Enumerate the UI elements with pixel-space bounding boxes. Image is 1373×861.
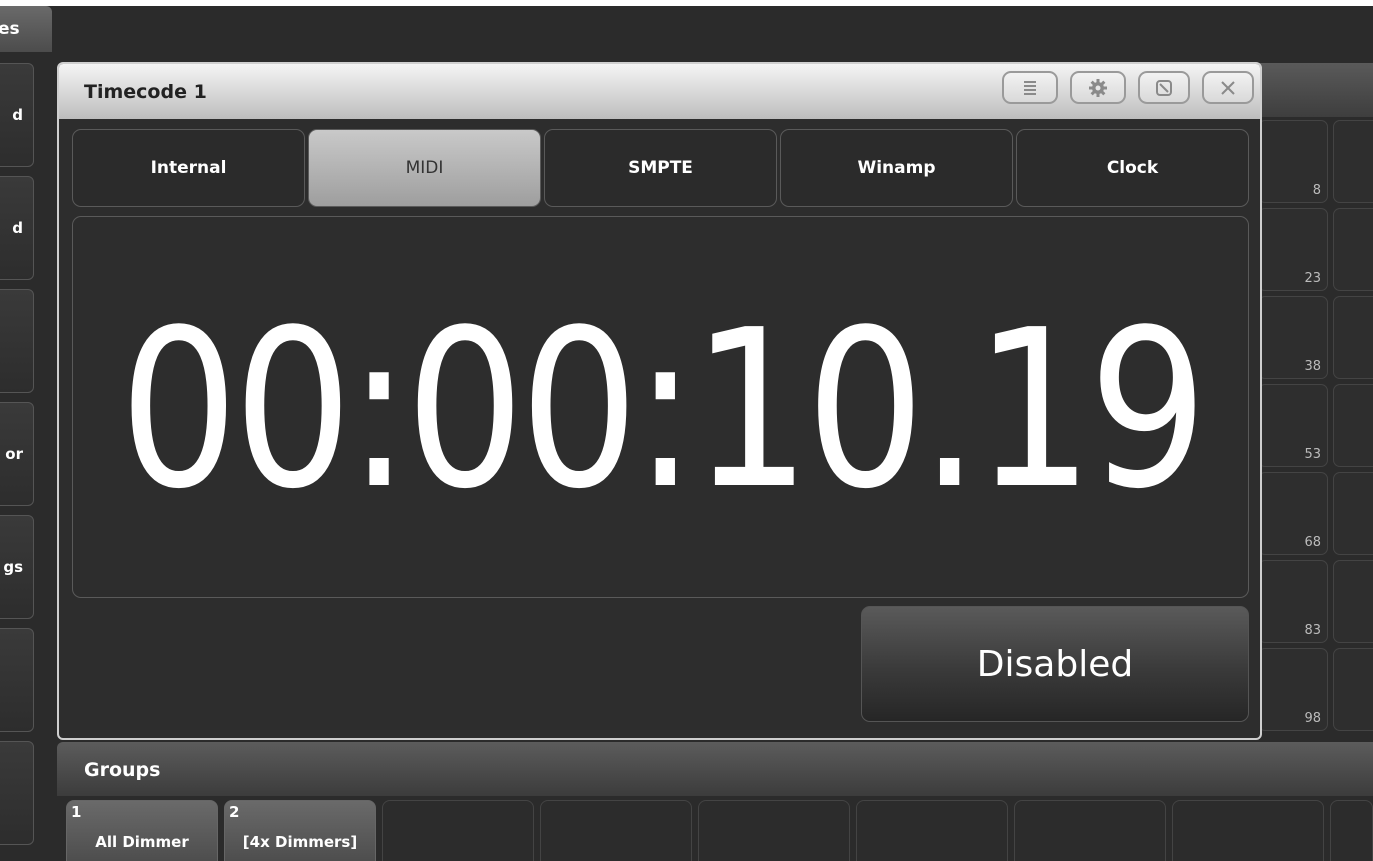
tab-winamp[interactable]: Winamp — [780, 129, 1013, 207]
tab-smpte[interactable]: SMPTE — [544, 129, 777, 207]
grid-cell-number: 8 — [1312, 183, 1321, 198]
grid-cell[interactable] — [1333, 384, 1373, 467]
grid-cell[interactable]: 23 — [1258, 208, 1328, 291]
sidebar-button-4[interactable]: or — [0, 402, 34, 506]
sidebar-button-2[interactable]: d — [0, 176, 34, 280]
resize-button[interactable] — [1138, 71, 1190, 104]
tab-clock[interactable]: Clock — [1016, 129, 1249, 207]
top-strip — [0, 0, 1373, 6]
sidebar-button-5[interactable]: gs — [0, 515, 34, 619]
window-title: Timecode 1 — [84, 80, 207, 103]
window-toolbar — [1002, 71, 1254, 104]
sidebar-button-label: gs — [3, 558, 23, 576]
group-name: All Dimmer — [95, 833, 189, 851]
timecode-value: 00:00:10.19 — [118, 284, 1208, 537]
gear-icon — [1089, 78, 1107, 97]
group-number: 1 — [71, 803, 82, 821]
sidebar-button-label: d — [12, 106, 23, 124]
sidebar-button-7[interactable] — [0, 741, 34, 845]
close-icon — [1221, 80, 1235, 95]
disabled-toggle-button[interactable]: Disabled — [861, 606, 1249, 722]
grid-cell[interactable]: 68 — [1258, 472, 1328, 555]
grid-cell-number: 83 — [1304, 623, 1321, 638]
sidebar-button-1[interactable]: d — [0, 63, 34, 167]
menu-icon — [1024, 80, 1036, 95]
settings-button[interactable] — [1070, 71, 1126, 104]
timecode-display: 00:00:10.19 — [72, 216, 1249, 598]
group-cell[interactable]: 1 All Dimmer — [66, 800, 218, 861]
menu-button[interactable] — [1002, 71, 1058, 104]
grid-cell[interactable]: 53 — [1258, 384, 1328, 467]
sidebar-button-3[interactable] — [0, 289, 34, 393]
grid-cell-number: 53 — [1304, 447, 1321, 462]
group-cell[interactable] — [1330, 800, 1373, 861]
group-cell[interactable] — [540, 800, 692, 861]
sidebar-tab-label: es — [0, 19, 20, 39]
grid-cell[interactable]: 98 — [1258, 648, 1328, 731]
grid-cell-number: 68 — [1304, 535, 1321, 550]
group-cell[interactable]: 2 [4x Dimmers] — [224, 800, 376, 861]
grid-cell[interactable] — [1333, 120, 1373, 203]
resize-icon — [1156, 79, 1172, 96]
group-cell[interactable] — [698, 800, 850, 861]
window-titlebar[interactable]: Timecode 1 — [59, 64, 1260, 119]
group-cell[interactable] — [1172, 800, 1324, 861]
grid-cell[interactable] — [1333, 472, 1373, 555]
sidebar-button-label: d — [12, 219, 23, 237]
groups-title: Groups — [84, 759, 161, 781]
grid-cell[interactable] — [1333, 560, 1373, 643]
grid-cell[interactable] — [1333, 208, 1373, 291]
grid-cell[interactable]: 83 — [1258, 560, 1328, 643]
group-cell[interactable] — [1014, 800, 1166, 861]
timecode-window: Timecode 1 Internal MIDI SMPTE Winamp Cl… — [57, 62, 1262, 740]
sidebar-button-6[interactable] — [0, 628, 34, 732]
grid-cell-number: 38 — [1304, 359, 1321, 374]
group-cell[interactable] — [382, 800, 534, 861]
right-panel-header — [1250, 63, 1373, 117]
source-tabs: Internal MIDI SMPTE Winamp Clock — [72, 129, 1249, 207]
tab-internal[interactable]: Internal — [72, 129, 305, 207]
grid-cell[interactable] — [1333, 296, 1373, 379]
grid-cell[interactable]: 38 — [1258, 296, 1328, 379]
grid-cell[interactable] — [1333, 648, 1373, 731]
group-cell[interactable] — [856, 800, 1008, 861]
group-name: [4x Dimmers] — [242, 833, 358, 851]
tab-midi[interactable]: MIDI — [308, 129, 541, 207]
sidebar-button-label: or — [5, 445, 23, 463]
group-number: 2 — [229, 803, 240, 821]
grid-cell-number: 23 — [1304, 271, 1321, 286]
grid-cell[interactable]: 8 — [1258, 120, 1328, 203]
groups-header: Groups — [57, 742, 1373, 796]
close-button[interactable] — [1202, 71, 1254, 104]
grid-cell-number: 98 — [1304, 711, 1321, 726]
sidebar-tab[interactable]: es — [0, 6, 52, 52]
